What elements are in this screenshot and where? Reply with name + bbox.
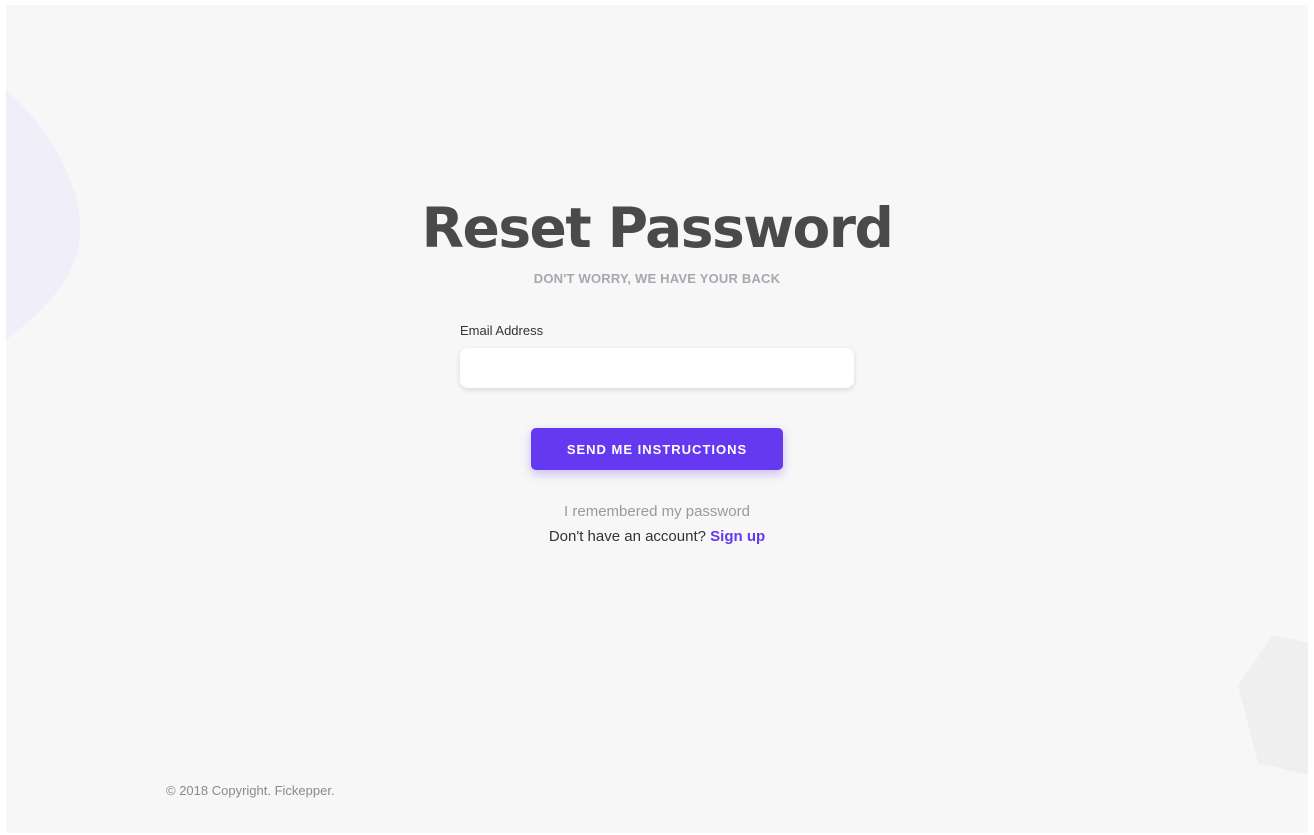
send-instructions-button[interactable]: SEND ME INSTRUCTIONS: [531, 428, 783, 470]
decorative-blob-right: [1238, 635, 1308, 775]
page-subtitle: DON'T WORRY, WE HAVE YOUR BACK: [533, 271, 781, 286]
reset-password-page: Reset Password DON'T WORRY, WE HAVE YOUR…: [6, 5, 1308, 833]
email-field[interactable]: [460, 348, 854, 388]
signup-prompt: Don't have an account? Sign up: [6, 528, 1308, 545]
signup-link[interactable]: Sign up: [710, 528, 765, 545]
email-label: Email Address: [460, 323, 544, 338]
copyright-text: © 2018 Copyright. Fickepper.: [166, 783, 335, 798]
no-account-text: Don't have an account?: [548, 528, 706, 545]
remembered-password-link[interactable]: I remembered my password: [6, 503, 1308, 520]
page-title: Reset Password: [421, 196, 894, 260]
